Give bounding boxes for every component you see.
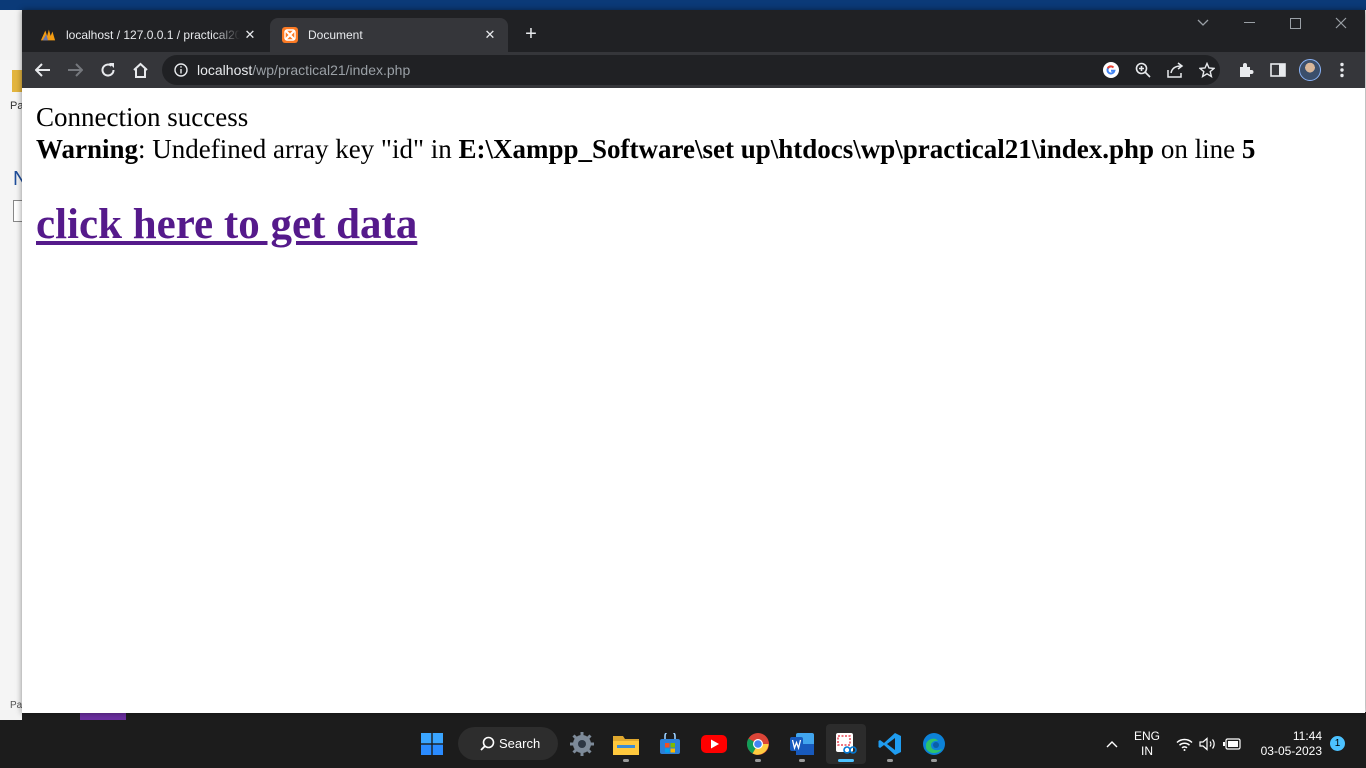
xampp-icon [282, 27, 298, 43]
warning-on-line-text: on line [1154, 134, 1242, 164]
arrow-left-icon [35, 63, 50, 77]
search-icon [480, 736, 495, 751]
taskbar-search-button[interactable]: Search [458, 727, 558, 760]
warning-file-path: E:\Xampp_Software\set up\htdocs\wp\pract… [458, 134, 1155, 164]
battery-icon[interactable] [1222, 720, 1242, 768]
clock-date: 03-05-2023 [1260, 744, 1322, 758]
youtube-icon[interactable] [694, 724, 734, 764]
settings-icon[interactable] [562, 724, 602, 764]
vscode-icon[interactable] [870, 724, 910, 764]
back-button[interactable] [31, 58, 55, 82]
tab-search-icon[interactable] [1180, 10, 1226, 36]
address-bar[interactable]: localhost/wp/practical21/index.php [162, 55, 1220, 85]
warning-label: Warning [36, 134, 139, 164]
profile-avatar[interactable] [1298, 58, 1322, 82]
zoom-icon[interactable] [1132, 59, 1154, 81]
warning-text: : Undefined array key "id" in [138, 134, 459, 164]
tab-title: localhost / 127.0.0.1 / practical20 | ph… [66, 28, 240, 42]
file-explorer-icon[interactable] [606, 724, 646, 764]
system-clock[interactable]: 11:44 03-05-2023 [1252, 729, 1322, 759]
close-window-icon[interactable] [1318, 10, 1364, 36]
notification-badge[interactable]: 1 [1330, 736, 1345, 751]
background-window-fragment: Pa N Pag [0, 60, 28, 711]
wifi-icon[interactable] [1174, 720, 1194, 768]
clock-time: 11:44 [1292, 729, 1322, 743]
background-editor-strip [22, 712, 1366, 720]
folder-icon [12, 70, 22, 92]
home-button[interactable] [128, 58, 152, 82]
page-content: Connection success Warning: Undefined ar… [22, 88, 1365, 713]
background-title-strip [0, 0, 1366, 10]
browser-toolbar: localhost/wp/practical21/index.php [22, 52, 1365, 88]
url-host: localhost [197, 62, 253, 78]
url-text[interactable]: localhost/wp/practical21/index.php [197, 62, 410, 78]
extensions-icon[interactable] [1234, 58, 1258, 82]
tab-phpmyadmin[interactable]: localhost / 127.0.0.1 / practical20 | ph… [28, 18, 268, 52]
warning-line-number: 5 [1241, 134, 1256, 164]
tab-strip: localhost / 127.0.0.1 / practical20 | ph… [22, 10, 1365, 52]
tab-title: Document [308, 28, 363, 42]
language-region: IN [1141, 744, 1153, 758]
tab-document[interactable]: Document ✕ [270, 18, 508, 52]
language-code: ENG [1134, 729, 1161, 743]
php-warning-message: Warning: Undefined array key "id" in E:\… [36, 134, 1255, 165]
reload-button[interactable] [96, 58, 120, 82]
side-panel-icon[interactable] [1266, 58, 1290, 82]
edge-icon[interactable] [914, 724, 954, 764]
bookmark-star-icon[interactable] [1196, 59, 1218, 81]
volume-icon[interactable] [1198, 720, 1218, 768]
snipping-tool-icon[interactable] [826, 724, 866, 764]
get-data-link[interactable]: click here to get data [36, 200, 417, 249]
search-label: Search [499, 736, 541, 751]
arrow-right-icon [68, 63, 83, 77]
phpmyadmin-icon [40, 27, 56, 43]
google-lens-icon[interactable] [1100, 59, 1122, 81]
windows-start-icon[interactable] [412, 724, 452, 764]
chrome-icon[interactable] [738, 724, 778, 764]
reload-icon [101, 63, 115, 77]
close-tab-icon[interactable]: ✕ [480, 25, 500, 45]
maximize-icon[interactable] [1272, 10, 1318, 36]
show-hidden-icons-chevron-icon[interactable] [1102, 720, 1122, 768]
avatar-icon [1299, 59, 1321, 81]
url-path: /wp/practical21/index.php [252, 62, 411, 78]
home-icon [132, 62, 148, 78]
microsoft-store-icon[interactable] [650, 724, 690, 764]
info-icon[interactable] [173, 62, 189, 78]
minimize-icon[interactable] [1226, 10, 1272, 36]
share-icon[interactable] [1164, 59, 1186, 81]
forward-button[interactable] [63, 58, 87, 82]
language-indicator[interactable]: ENG IN [1134, 729, 1160, 759]
menu-icon[interactable] [1330, 58, 1354, 82]
word-icon[interactable] [782, 724, 822, 764]
close-tab-icon[interactable]: ✕ [240, 25, 260, 45]
taskbar: Search ENG IN 11:44 03-05-2023 1 [0, 720, 1366, 768]
browser-window: localhost / 127.0.0.1 / practical20 | ph… [22, 10, 1365, 713]
connection-status-text: Connection success [36, 102, 249, 132]
new-tab-button[interactable]: + [519, 22, 543, 46]
